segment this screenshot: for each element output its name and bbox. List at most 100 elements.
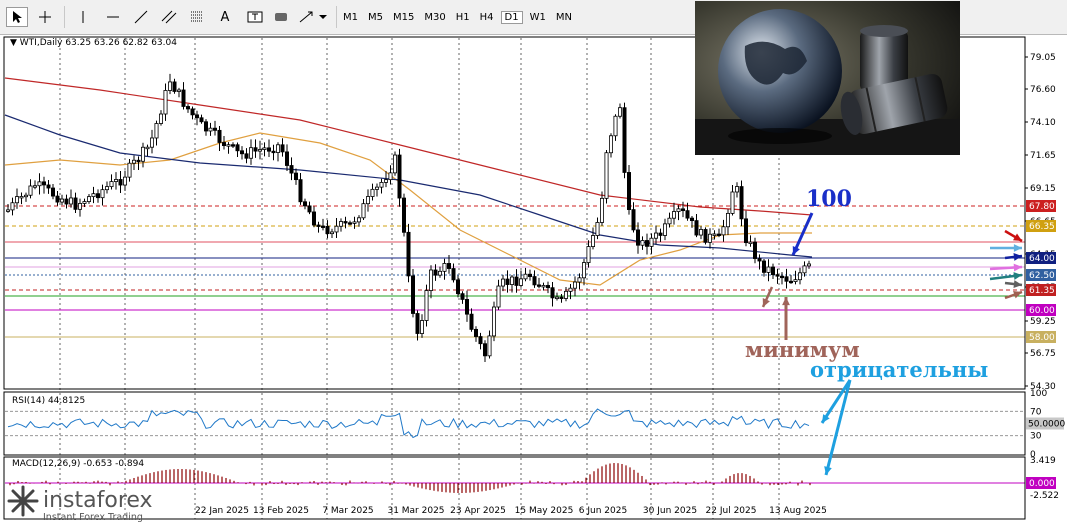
candle-body	[771, 266, 776, 276]
timeframe-h4[interactable]: H4	[477, 12, 497, 23]
candle-body	[302, 201, 307, 207]
candle-body	[82, 201, 87, 204]
candle-body	[199, 117, 204, 123]
time-scale-label: 30 Jun 2025	[643, 506, 697, 516]
candle-body	[154, 123, 159, 139]
instaforex-logo: instaforex Instant Forex Trading	[5, 483, 205, 527]
candle-body	[730, 191, 735, 214]
candle-body	[528, 273, 533, 277]
candle-body	[802, 265, 807, 274]
ma100-annotation: 100	[806, 186, 852, 212]
candle-body	[672, 211, 677, 219]
timeframe-m1[interactable]: M1	[340, 12, 361, 23]
candle-body	[784, 276, 789, 282]
candle-body	[735, 186, 740, 193]
time-scale-label: 31 Mar 2025	[387, 506, 444, 516]
candle-body	[667, 217, 672, 225]
candle-body	[676, 208, 681, 212]
candle-body	[96, 193, 101, 199]
candle-body	[460, 293, 465, 300]
candle-body	[289, 165, 294, 174]
candle-body	[127, 162, 132, 178]
rsi-scale-label: 70	[1030, 407, 1042, 417]
price-tag-label: 60.00	[1029, 306, 1055, 316]
text-tool-icon[interactable]: A	[214, 7, 236, 27]
candle-body	[185, 106, 190, 110]
candle-body	[217, 129, 222, 143]
candle-body	[618, 107, 623, 117]
crosshair-icon[interactable]	[34, 7, 56, 27]
price-tag-label: 64.00	[1029, 254, 1055, 264]
time-scale-label: 7 Mar 2025	[322, 506, 373, 516]
arrows-icon[interactable]	[296, 7, 330, 27]
candle-body	[442, 263, 447, 272]
candle-body	[780, 275, 785, 279]
timeframe-m30[interactable]: M30	[421, 12, 448, 23]
candle-body	[136, 159, 141, 163]
candle-body	[329, 231, 334, 235]
candle-body	[721, 226, 726, 236]
candle-body	[591, 235, 596, 247]
candle-body	[46, 184, 51, 189]
candle-body	[397, 154, 402, 199]
candle-body	[352, 221, 357, 224]
candle-body	[532, 276, 537, 286]
price-scale-label: 56.75	[1030, 349, 1056, 359]
fibonacci-icon[interactable]	[186, 7, 208, 27]
timeframe-h1[interactable]: H1	[453, 12, 473, 23]
candle-body	[739, 186, 744, 220]
candle-body	[42, 181, 47, 186]
timeframe-mn[interactable]: MN	[553, 12, 575, 23]
candle-body	[807, 263, 812, 267]
timeframe-w1[interactable]: W1	[527, 12, 549, 23]
candle-body	[478, 336, 483, 345]
candle-body	[163, 90, 168, 115]
price-scale-label: 74.10	[1030, 118, 1056, 128]
candle-body	[266, 147, 271, 152]
candle-body	[271, 150, 276, 154]
candle-body	[649, 237, 654, 247]
candle-body	[253, 147, 258, 152]
candle-body	[541, 285, 546, 288]
candle-body	[564, 290, 569, 299]
candle-body	[437, 270, 442, 276]
shapes-icon[interactable]	[270, 7, 292, 27]
timeframe-m15[interactable]: M15	[390, 12, 417, 23]
candle-body	[105, 186, 110, 191]
horizontal-line-icon[interactable]	[102, 7, 124, 27]
macd-current-label: 0.000	[1029, 479, 1055, 489]
vertical-line-icon[interactable]	[72, 7, 94, 27]
candle-body	[500, 278, 505, 287]
candle-body	[419, 320, 424, 334]
price-scale-label: 76.60	[1030, 85, 1056, 95]
price-scale-label: 69.15	[1030, 184, 1056, 194]
time-scale-label: 23 Apr 2025	[450, 506, 506, 516]
channel-icon[interactable]	[158, 7, 180, 27]
candle-body	[23, 194, 28, 198]
instaforex-logo-mark	[7, 485, 39, 517]
candle-body	[167, 81, 172, 91]
candle-body	[627, 172, 632, 210]
candle-body	[546, 285, 551, 289]
trendline-icon[interactable]	[130, 7, 152, 27]
logo-brand: instaforex	[43, 488, 153, 513]
candle-body	[600, 197, 605, 223]
candle-body	[798, 272, 803, 281]
cursor-icon[interactable]	[6, 7, 28, 27]
candle-body	[311, 211, 316, 226]
candle-body	[410, 275, 415, 314]
candle-body	[568, 287, 573, 292]
macd-scale-bottom: -2.522	[1030, 491, 1059, 501]
candle-body	[658, 232, 663, 236]
price-scale-label: 59.25	[1030, 317, 1056, 327]
candle-body	[766, 266, 771, 273]
candle-body	[703, 229, 708, 243]
text-label-icon[interactable]	[244, 7, 266, 27]
candle-body	[280, 144, 285, 153]
timeframe-m5[interactable]: M5	[365, 12, 386, 23]
candle-body	[347, 222, 352, 225]
candle-body	[573, 281, 578, 289]
timeframe-d1[interactable]: D1	[500, 10, 523, 24]
candle-body	[645, 240, 650, 247]
candle-body	[316, 224, 321, 227]
